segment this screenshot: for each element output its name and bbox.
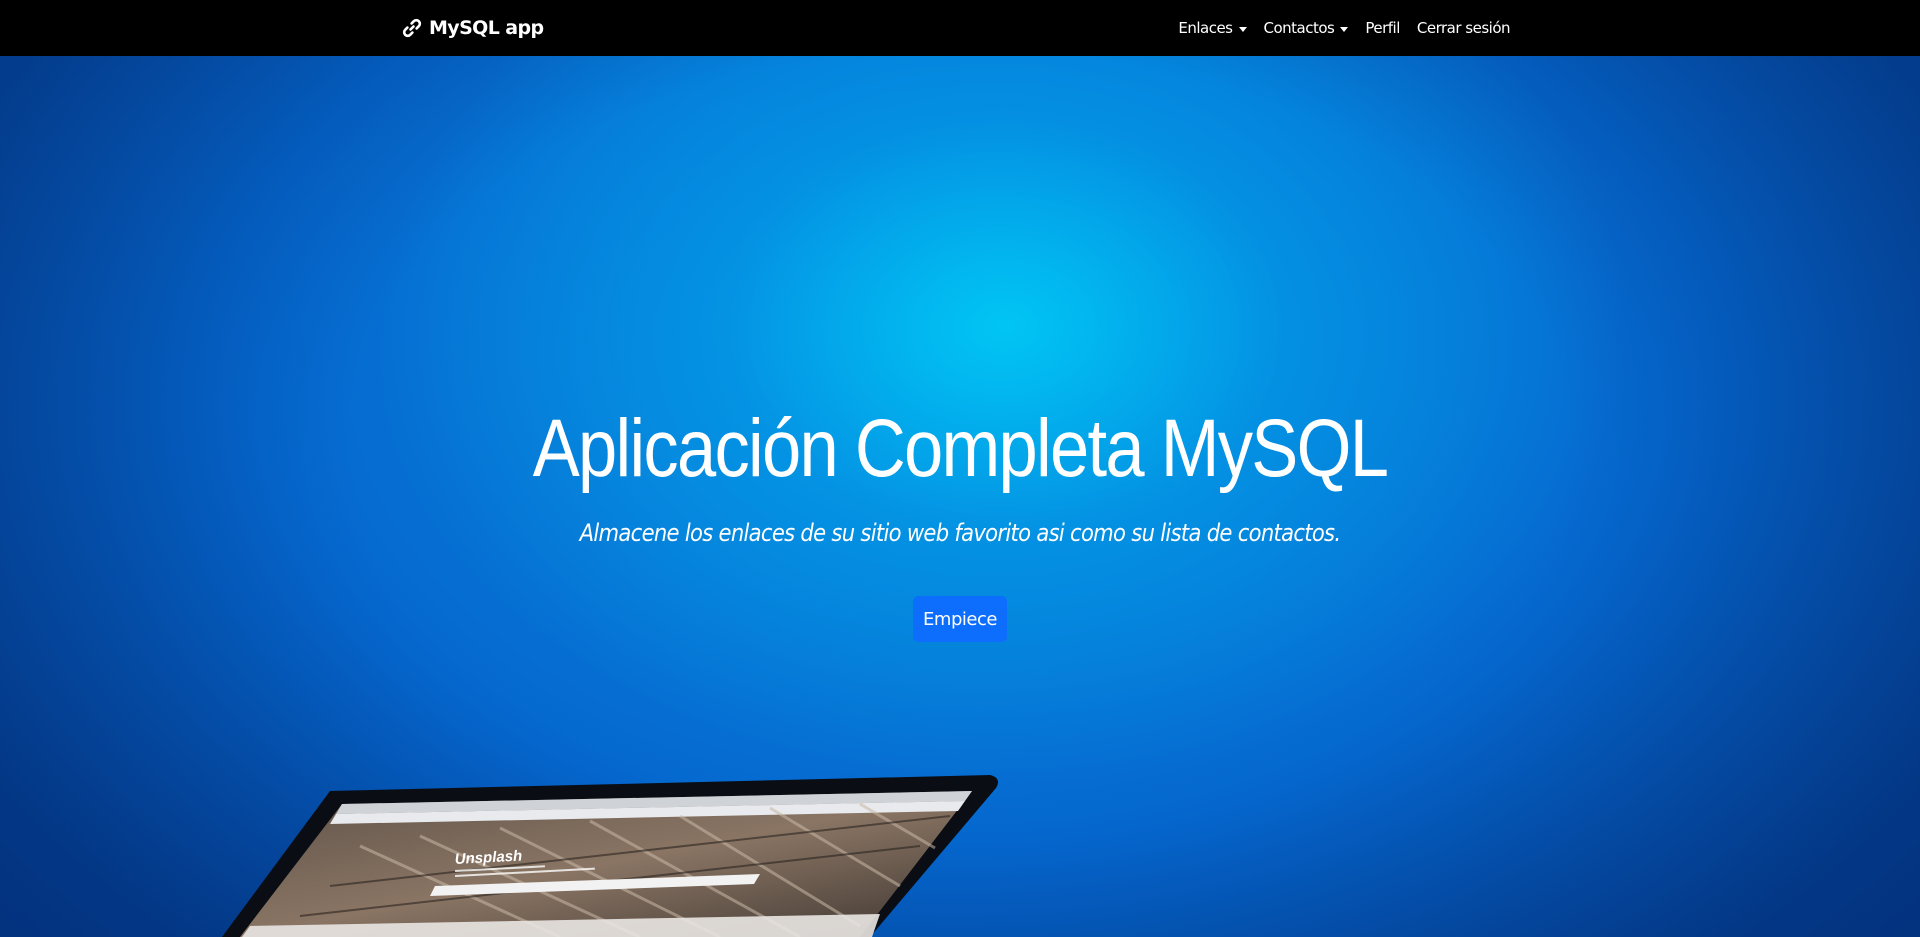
hero-title: Aplicación Completa MySQL [532, 403, 1389, 494]
hero-section: Unsplash Aplicación Completa MySQL Almac… [0, 56, 1920, 937]
nav-item-enlaces[interactable]: Enlaces [1178, 19, 1247, 37]
nav-item-contactos[interactable]: Contactos [1264, 19, 1349, 37]
navbar-container: MySQL app Enlaces Contactos Perfil Cerra… [402, 0, 1511, 56]
brand-link[interactable]: MySQL app [402, 17, 544, 39]
caret-down-icon [1340, 26, 1349, 32]
link-icon [402, 18, 422, 38]
nav-item-label: Perfil [1365, 19, 1400, 37]
caret-down-icon [1238, 26, 1247, 32]
hero-subtitle: Almacene los enlaces de su sitio web fav… [579, 519, 1341, 547]
empiece-button[interactable]: Empiece [913, 596, 1007, 642]
nav-links: Enlaces Contactos Perfil Cerrar sesión [1178, 19, 1510, 37]
nav-item-cerrar-sesion[interactable]: Cerrar sesión [1416, 19, 1511, 37]
nav-item-label: Contactos [1263, 19, 1335, 37]
nav-item-label: Cerrar sesión [1416, 19, 1511, 37]
nav-item-label: Enlaces [1178, 19, 1233, 37]
laptop-screen-text: Unsplash [454, 847, 522, 868]
top-navbar: MySQL app Enlaces Contactos Perfil Cerra… [0, 0, 1920, 56]
nav-item-perfil[interactable]: Perfil [1365, 19, 1400, 37]
brand-label: MySQL app [429, 17, 544, 39]
laptop-image: Unsplash [222, 775, 998, 937]
